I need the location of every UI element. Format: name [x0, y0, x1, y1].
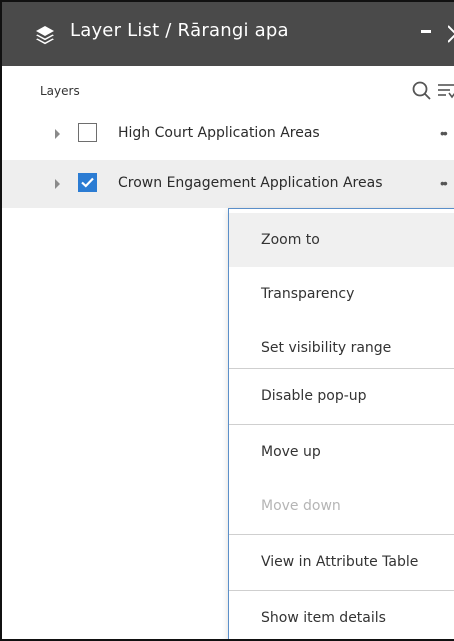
- expand-caret-icon[interactable]: [55, 179, 60, 189]
- menu-item-zoom-to[interactable]: Zoom to: [229, 213, 454, 267]
- checkmark-icon: [81, 177, 94, 188]
- layer-visibility-checkbox[interactable]: [78, 173, 97, 192]
- filter-icon[interactable]: [436, 80, 454, 102]
- layers-section-label: Layers: [40, 84, 80, 98]
- layer-label: High Court Application Areas: [118, 125, 320, 141]
- layer-row[interactable]: High Court Application Areas ••: [2, 110, 454, 158]
- layers-icon: [34, 24, 56, 46]
- more-options-icon[interactable]: ••: [440, 125, 454, 139]
- menu-item-visibility-range[interactable]: Set visibility range: [229, 321, 454, 375]
- menu-item-disable-popup[interactable]: Disable pop-up: [229, 369, 454, 423]
- layer-visibility-checkbox[interactable]: [78, 123, 97, 142]
- layer-row[interactable]: Crown Engagement Application Areas ••: [2, 160, 454, 208]
- layer-context-menu: Zoom to Transparency Set visibility rang…: [228, 208, 454, 639]
- widget-title: Layer List / Rārangi apa: [70, 20, 289, 41]
- menu-item-transparency[interactable]: Transparency: [229, 267, 454, 321]
- layer-label: Crown Engagement Application Areas: [118, 175, 383, 191]
- minimize-button[interactable]: [418, 16, 438, 40]
- menu-item-move-down: Move down: [261, 498, 341, 514]
- more-options-icon[interactable]: ••: [440, 175, 454, 189]
- close-icon[interactable]: [448, 24, 454, 44]
- layer-list-widget: Layer List / Rārangi apa Layers High Cou…: [0, 0, 454, 641]
- menu-item-move-up[interactable]: Move up: [229, 425, 454, 479]
- widget-titlebar: Layer List / Rārangi apa: [2, 2, 454, 66]
- expand-caret-icon[interactable]: [55, 129, 60, 139]
- menu-item-show-details[interactable]: Show item details: [229, 591, 454, 639]
- search-icon[interactable]: [411, 80, 433, 102]
- menu-item-attribute-table[interactable]: View in Attribute Table: [229, 535, 454, 589]
